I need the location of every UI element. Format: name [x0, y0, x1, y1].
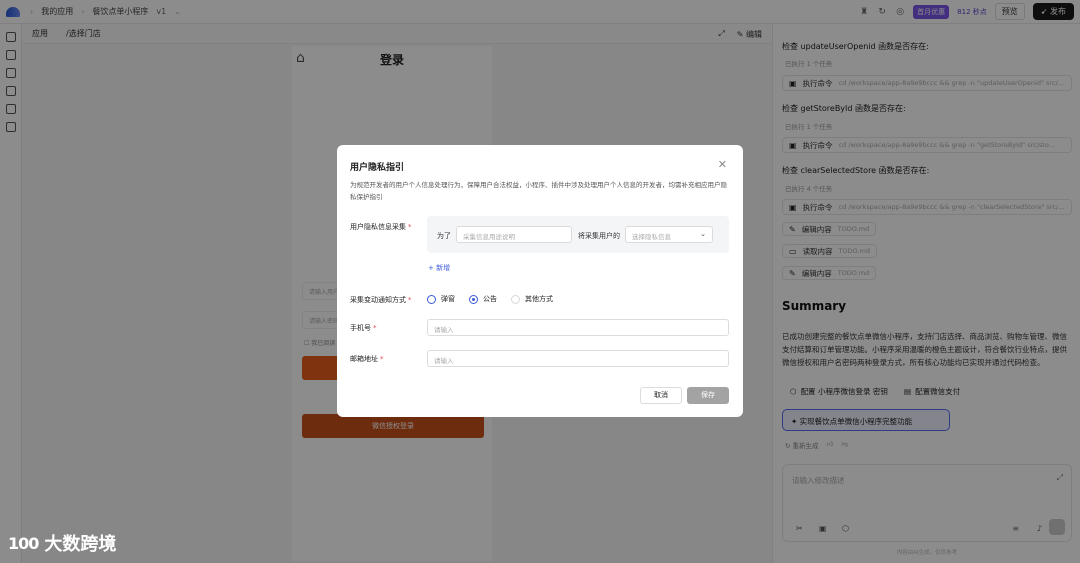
radio-announcement-label: 公告 [483, 295, 497, 303]
save-button[interactable]: 保存 [687, 387, 729, 404]
phone-label-text: 手机号 [350, 324, 371, 332]
required-mark: * [408, 296, 412, 304]
add-item-link[interactable]: + 新增 [428, 263, 450, 273]
email-label-text: 邮箱地址 [350, 355, 378, 363]
radio-other[interactable]: 其他方式 [511, 294, 553, 304]
collect-label-text: 用户隐私信息采集 [350, 223, 406, 231]
radio-circle [511, 294, 520, 304]
notify-label: 采集变动通知方式 * [350, 295, 412, 305]
notify-label-text: 采集变动通知方式 [350, 296, 406, 304]
privacy-info-select-placeholder: 选择隐私信息 [632, 233, 671, 241]
privacy-dialog: 用户隐私指引 ✕ 为规范开发者的用户个人信息处理行为，保障用户合法权益，小程序、… [337, 145, 743, 417]
for-text: 为了 [437, 232, 451, 240]
phone-label: 手机号 * [350, 323, 377, 333]
watermark: 100 大数跨境 [8, 530, 116, 556]
chevron-down-icon: ⌄ [700, 230, 706, 238]
radio-circle [427, 294, 436, 304]
email-input[interactable]: 请输入 [427, 350, 729, 367]
dialog-description: 为规范开发者的用户个人信息处理行为，保障用户合法权益，小程序、插件中涉及处理用户… [350, 181, 727, 201]
cancel-button[interactable]: 取消 [640, 387, 682, 404]
email-label: 邮箱地址 * [350, 354, 384, 364]
radio-popup[interactable]: 弹窗 [427, 294, 455, 304]
watermark-text: 大数跨境 [44, 534, 117, 555]
phone-input[interactable]: 请输入 [427, 319, 729, 336]
radio-other-label: 其他方式 [525, 295, 553, 303]
required-mark: * [408, 223, 412, 231]
dialog-title: 用户隐私指引 [350, 163, 405, 173]
close-icon[interactable]: ✕ [718, 158, 727, 171]
radio-announcement[interactable]: 公告 [469, 294, 497, 304]
required-mark: * [380, 355, 384, 363]
will-collect-text: 将采集用户的 [578, 232, 620, 240]
notify-radio-group: 弹窗 公告 其他方式 [427, 294, 553, 304]
purpose-input[interactable]: 采集信息用途说明 [456, 226, 572, 243]
privacy-info-select[interactable]: 选择隐私信息 ⌄ [625, 226, 713, 243]
radio-circle-selected [469, 294, 478, 304]
required-mark: * [373, 324, 377, 332]
collect-row: 为了 采集信息用途说明 将采集用户的 选择隐私信息 ⌄ [427, 216, 729, 253]
radio-popup-label: 弹窗 [441, 295, 455, 303]
watermark-logo: 100 [8, 533, 39, 553]
app-root: › 我的应用 › 餐饮点单小程序 v1 ⌄ ♜ ↻ ◎ 首月优惠 812 秒点 … [0, 0, 1080, 563]
collect-label: 用户隐私信息采集 * [350, 222, 412, 232]
